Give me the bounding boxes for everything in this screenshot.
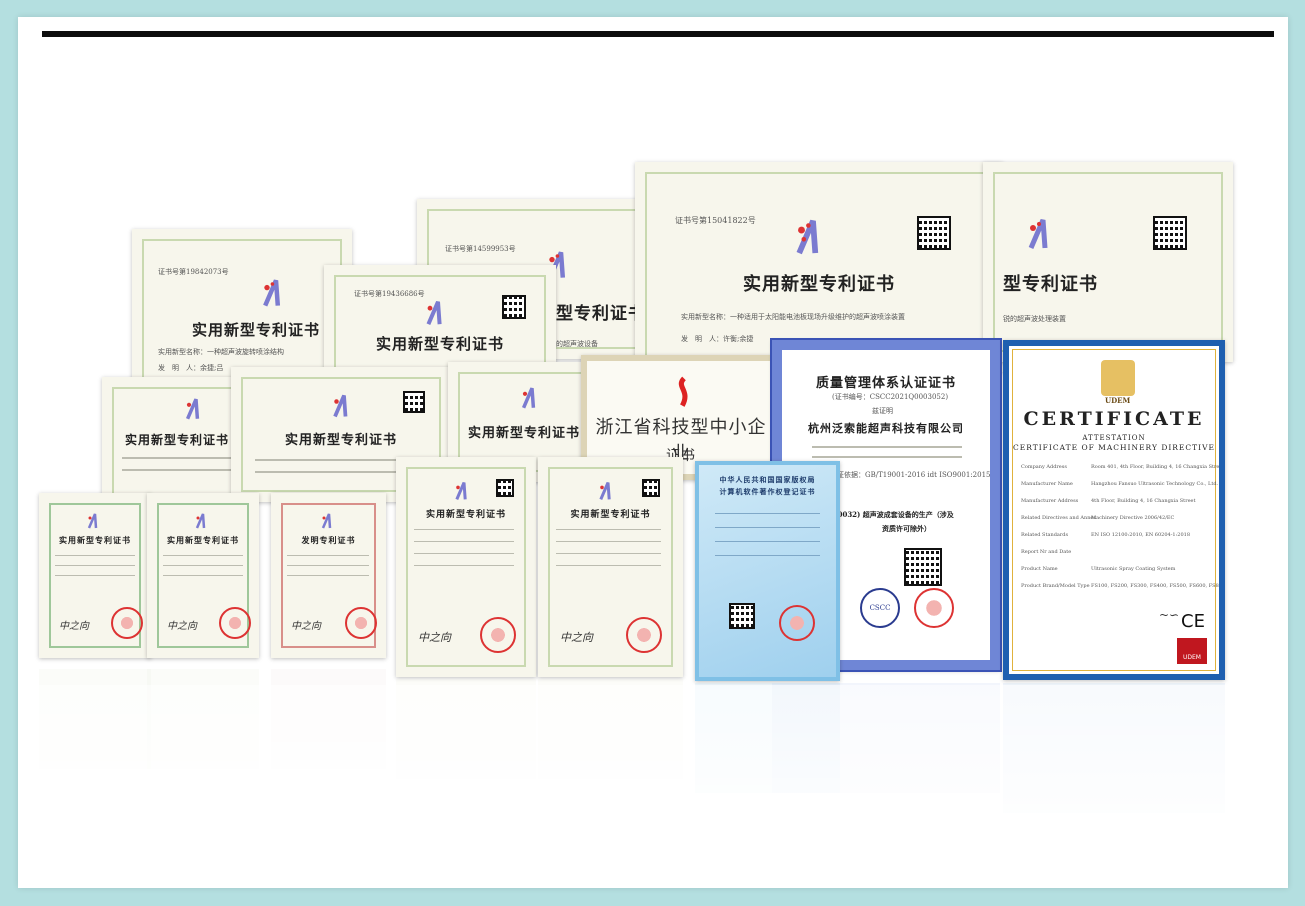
iso-title: 质量管理体系认证证书	[815, 376, 956, 391]
patent-logo-icon	[321, 513, 332, 529]
ce-certificate: UDEM CERTIFICATE ATTESTATION CERTIFICATE…	[1003, 340, 1225, 680]
signature: 中之向	[59, 621, 89, 632]
ce-row-label: Manufacturer Address	[1021, 498, 1079, 504]
iso-company: 杭州泛索能超声科技有限公司	[808, 422, 964, 435]
torch-logo-icon	[678, 376, 688, 407]
iso-cert-number: (证书编号：CSCC2021Q0003052)	[832, 393, 949, 401]
patent-logo-icon	[796, 219, 819, 255]
cert-number: 证书号第19842073号	[158, 268, 229, 276]
qr-code	[496, 479, 514, 497]
qr-code	[917, 216, 951, 250]
signature: 中之向	[291, 621, 321, 632]
signature: 中之向	[560, 631, 593, 644]
patent-logo-icon	[426, 301, 442, 325]
cert-title: 实用新型专利证书	[570, 510, 651, 520]
software-title: 计算机软件著作权登记证书	[719, 487, 816, 496]
ce-row-label: Product Name	[1021, 566, 1058, 572]
cert-number: 证书号第14599953号	[445, 245, 516, 253]
cert-line: 定的超声波设备	[549, 340, 598, 348]
patent-name-line: 实用新型名称：一种超声波旋转喷涂结构	[158, 348, 284, 356]
patent-logo-icon	[455, 482, 467, 500]
cert-title: 实用新型专利证书	[284, 433, 397, 448]
ce-title: CERTIFICATE	[1023, 408, 1205, 430]
ce-row-label: Report Nr and Date	[1021, 549, 1072, 555]
ce-brand: UDEM	[1105, 396, 1131, 405]
patent-logo-icon	[263, 279, 281, 307]
cert-title: 实用新型专利证书	[167, 535, 239, 545]
red-seal-icon	[345, 607, 377, 639]
udem-badge-icon: UDEM	[1177, 638, 1207, 664]
patent-certificate-front-2: 实用新型专利证书 中之向	[147, 493, 259, 658]
qr-code	[729, 603, 755, 629]
signature: ~∽	[1159, 608, 1180, 622]
cert-number: 证书号第15041822号	[675, 216, 756, 225]
ce-row-label: Related Directives and Annex	[1021, 515, 1097, 521]
ce-subtitle: CERTIFICATE OF MACHINERY DIRECTIVE	[1012, 443, 1216, 452]
ce-row-value: Machinery Directive 2006/42/EC	[1091, 515, 1175, 521]
patent-certificate-back-3: 型专利证书 锐的超声波处理装置	[983, 162, 1233, 362]
signature: 中之向	[418, 631, 451, 644]
qr-code	[403, 391, 425, 413]
qr-code	[502, 295, 526, 319]
cert-title: 实用新型专利证书	[59, 535, 131, 545]
ce-row-label: Related Standards	[1021, 532, 1069, 538]
ce-row-value: Ultrasonic Spray Coating System	[1091, 566, 1176, 572]
ce-mark-icon: CE	[1181, 611, 1205, 632]
patent-certificate-front-5: 实用新型专利证书 中之向	[538, 457, 683, 677]
patent-logo-icon	[195, 513, 206, 529]
cert-title: 型专利证书	[1003, 274, 1098, 295]
patent-logo-icon	[87, 513, 98, 529]
ce-row-value: EN ISO 12100:2010, EN 60204-1:2018	[1091, 532, 1190, 538]
certificate-display-frame: 证书号第14599953号 新型专利证书 定的超声波设备 证书号第1504182…	[18, 17, 1288, 888]
red-seal-icon	[914, 588, 954, 628]
red-seal-icon	[219, 607, 251, 639]
ce-row-label: Manufacturer Name	[1021, 481, 1073, 487]
red-seal-icon	[480, 617, 516, 653]
cert-line: 锐的超声波处理装置	[1003, 315, 1066, 323]
cert-title: 发明专利证书	[301, 535, 356, 545]
qr-code	[642, 479, 660, 497]
iso-attest: 兹证明	[872, 407, 893, 415]
ce-row-value: Room 401, 4th Floor, Building 4, 16 Chan…	[1091, 464, 1225, 470]
cert-number: 证书号第19436686号	[354, 290, 425, 298]
ce-row-value: Hangzhou Fansuo Ultrasonic Technology Co…	[1091, 481, 1219, 487]
signature: 中之向	[167, 621, 197, 632]
patent-name-line: 实用新型名称：一种适用于太阳能电池板现场升级维护的超声波喷涂装置	[681, 313, 905, 321]
red-seal-icon	[111, 607, 143, 639]
patent-logo-icon	[599, 482, 611, 500]
cert-title: 实用新型专利证书	[375, 335, 504, 353]
patent-certificate-mid-1: 实用新型专利证书	[102, 377, 252, 507]
udem-logo-icon	[1101, 360, 1135, 396]
patent-logo-icon	[333, 394, 348, 418]
inventor-line: 发 明 人：余捷;吕	[158, 364, 224, 372]
patent-logo-icon	[1028, 219, 1048, 249]
invention-patent-certificate: 发明专利证书 中之向	[271, 493, 386, 658]
ce-row-label: Product Brand/Model Type	[1021, 583, 1090, 589]
qr-code	[904, 548, 942, 586]
ce-attestation: ATTESTATION	[1082, 434, 1146, 442]
cert-title: 实用新型专利证书	[743, 274, 895, 295]
software-copyright-certificate: 中华人民共和国国家版权局 计算机软件著作权登记证书	[695, 461, 840, 681]
ce-row-value: FS100, FS200, FS300, FS400, FS500, FS600…	[1091, 583, 1225, 589]
ce-row-label: Company Address	[1021, 464, 1067, 470]
iso-standard: 认证依据：GB/T19001-2016 idt ISO9001:2015	[830, 471, 991, 479]
patent-logo-icon	[521, 387, 536, 409]
patent-certificate-front-4: 实用新型专利证书 中之向	[396, 457, 536, 677]
reflection-fade	[18, 685, 1288, 885]
top-bar	[42, 31, 1274, 37]
software-header: 中华人民共和国国家版权局	[719, 475, 816, 484]
red-seal-icon	[779, 605, 815, 641]
red-seal-icon	[626, 617, 662, 653]
patent-certificate-front-1: 实用新型专利证书 中之向	[39, 493, 151, 658]
cert-title: 实用新型专利证书	[124, 433, 229, 447]
inventor-line: 发 明 人：许衡;余捷	[681, 335, 754, 343]
cert-title: 实用新型专利证书	[425, 510, 506, 520]
cscc-seal-icon: CSCC	[860, 588, 900, 628]
patent-logo-icon	[185, 398, 200, 420]
iso-scope-2: 资质许可除外）	[882, 524, 931, 533]
ce-row-value: 4th Floor, Building 4, 16 Changxia Stree…	[1091, 498, 1196, 504]
qr-code	[1153, 216, 1187, 250]
